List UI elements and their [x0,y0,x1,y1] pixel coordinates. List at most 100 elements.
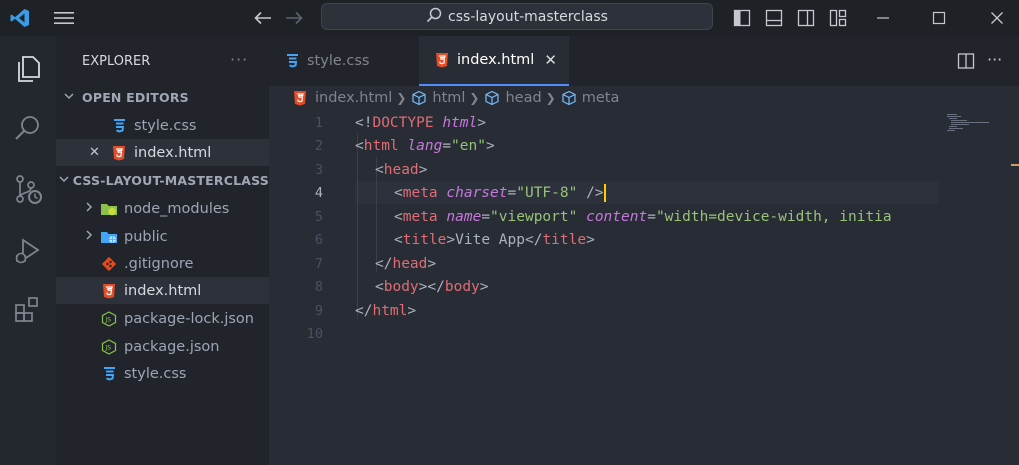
toggle-panel-icon[interactable] [761,0,787,36]
open-editors-label: OPEN EDITORS [82,90,189,105]
run-debug-icon[interactable] [0,223,56,279]
customize-layout-icon[interactable] [825,0,851,36]
close-window-icon[interactable] [982,0,1012,36]
tree-item-name: style.css [124,365,187,382]
command-center-search[interactable]: css-layout-masterclass [321,3,713,30]
tab-label: style.css [307,53,370,69]
forward-arrow-icon[interactable] [281,0,307,36]
split-editor-icon[interactable] [955,47,977,75]
chevron-right-icon [82,229,96,244]
activity-bar [0,36,56,465]
extensions-icon[interactable] [0,282,56,338]
search-icon [426,7,442,27]
line-number: 8 [314,278,323,295]
breadcrumb-item[interactable]: head [505,90,541,106]
open-editor-item[interactable]: ✕ index.html [56,139,269,166]
tab-style-css[interactable]: style.css [269,36,419,86]
open-editors-section[interactable]: OPEN EDITORS [56,84,269,111]
breadcrumb-item[interactable]: html [432,90,465,106]
project-root-section[interactable]: CSS-LAYOUT-MASTERCLASS [56,167,269,194]
explorer-icon[interactable] [0,41,56,97]
tree-file-item[interactable]: JS package.json [56,333,269,360]
tree-file-item[interactable]: .gitignore [56,250,269,277]
title-bar: css-layout-masterclass [0,0,1019,36]
tree-item-name: package-lock.json [124,310,254,327]
css-icon [283,52,301,70]
explorer-title: EXPLORER [82,54,151,69]
toggle-sidebar-icon[interactable] [729,0,755,36]
css-icon [100,365,118,383]
code-line: 1 <!DOCTYPE html> [269,111,939,134]
json-icon: JS [100,338,118,356]
tree-item-name: node_modules [124,200,230,217]
tree-file-item[interactable]: JS package-lock.json [56,305,269,332]
line-number: 10 [306,325,323,342]
toggle-secondary-sidebar-icon[interactable] [793,0,819,36]
html-icon [110,144,128,162]
code-line: 8 <body></body> [269,275,939,298]
element-icon [410,89,428,107]
line-number: 3 [314,161,323,178]
code-line: 3 <head> [269,158,939,181]
code-line: 2 <html lang="en"> [269,134,939,157]
element-icon [483,89,501,107]
line-number: 6 [314,231,323,248]
tree-item-name: public [124,228,168,245]
tree-file-item[interactable]: index.html [56,277,269,304]
breadcrumb-item[interactable]: meta [582,90,620,106]
tab-label: index.html [457,52,535,68]
tree-file-item[interactable]: style.css [56,360,269,387]
chevron-right-icon [82,201,96,216]
breadcrumb: index.html ❯ html ❯ head ❯ meta [291,88,619,108]
tab-bar: style.css index.html ✕ ··· [269,36,1019,86]
svg-text:JS: JS [105,316,112,323]
folder-node-icon [100,200,118,218]
code-line: 6 <title>Vite App</title> [269,228,939,251]
vscode-logo-icon [6,0,34,36]
svg-text:JS: JS [105,344,112,351]
editor-area: style.css index.html ✕ ··· index.html ❯ … [269,36,1019,465]
minimap[interactable] [945,111,1005,141]
element-icon [560,89,578,107]
html-icon [433,51,451,69]
tree-item-name: index.html [124,282,202,299]
line-number: 2 [314,137,323,154]
line-number: 4 [314,184,323,201]
search-icon[interactable] [0,100,56,156]
source-control-icon[interactable] [0,162,56,218]
line-number: 9 [314,302,323,319]
css-icon [110,117,128,135]
folder-public-icon [100,228,118,246]
chevron-right-icon: ❯ [469,91,480,105]
explorer-sidebar: EXPLORER ··· OPEN EDITORS style.css ✕ in… [56,36,269,465]
json-icon: JS [100,310,118,328]
menu-icon[interactable] [50,0,78,36]
html-icon [100,282,118,300]
line-number: 1 [314,114,323,131]
chevron-right-icon: ❯ [396,91,407,105]
code-line: 9 </html> [269,299,939,322]
close-icon[interactable]: ✕ [89,145,104,160]
more-actions-icon[interactable]: ··· [230,50,248,69]
command-center-text: css-layout-masterclass [448,8,608,25]
scrollbar-cursor-marker [1011,164,1019,166]
tab-close-icon[interactable]: ✕ [544,51,557,69]
code-editor[interactable]: 1 <!DOCTYPE html> 2 <html lang="en"> 3 <… [269,111,939,465]
maximize-icon[interactable] [924,0,954,36]
line-number: 7 [314,255,323,272]
tree-folder-item[interactable]: node_modules [56,195,269,222]
html-icon [291,89,309,107]
line-number: 5 [314,208,323,225]
tree-item-name: package.json [124,338,220,355]
chevron-down-icon [62,90,76,105]
project-root-label: CSS-LAYOUT-MASTERCLASS [72,173,269,188]
git-icon [100,255,118,273]
minimize-icon[interactable] [868,0,898,36]
tab-index-html[interactable]: index.html ✕ [419,36,569,86]
tree-folder-item[interactable]: public [56,223,269,250]
more-actions-icon[interactable]: ··· [987,50,1002,69]
code-line: 10 [269,322,939,345]
back-arrow-icon[interactable] [250,0,276,36]
breadcrumb-item[interactable]: index.html [315,90,392,106]
open-editor-item[interactable]: style.css [56,112,269,139]
